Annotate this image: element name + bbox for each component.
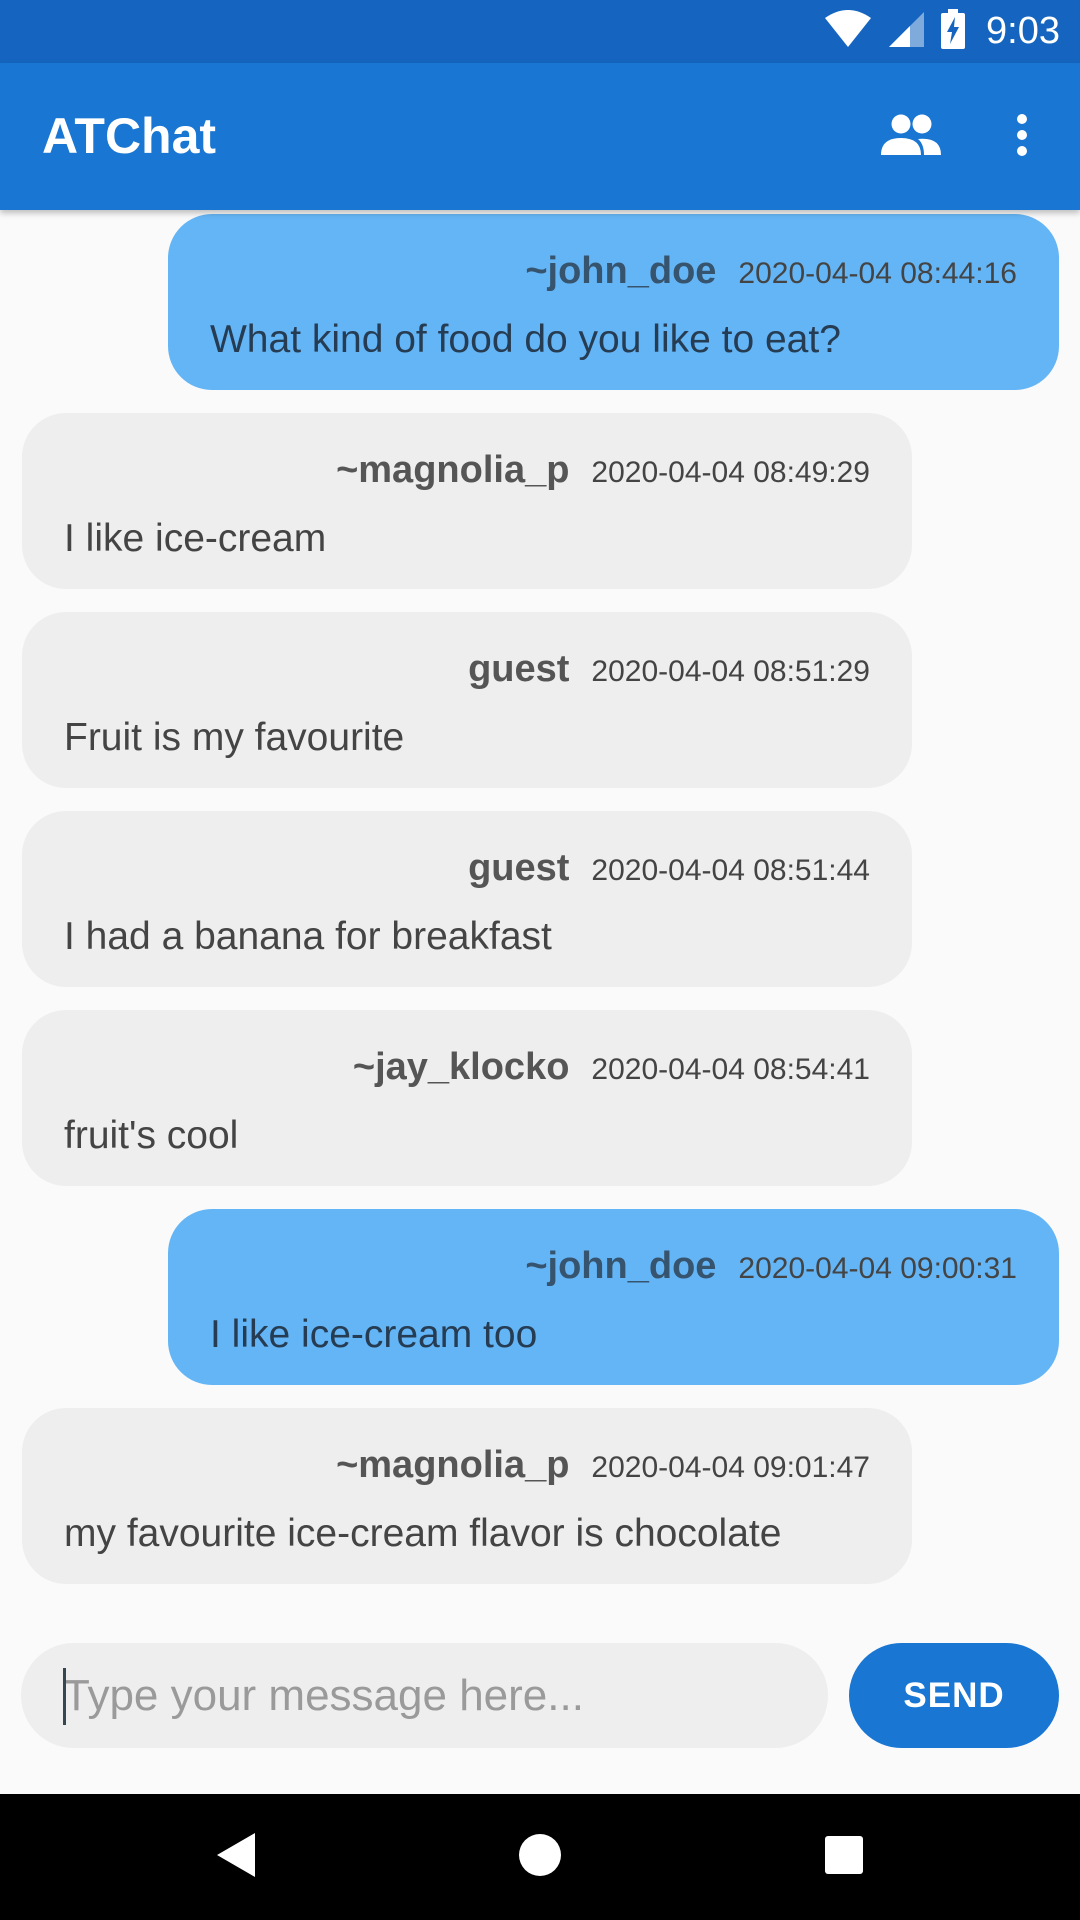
battery-charging-icon	[940, 9, 966, 54]
message-username: ~magnolia_p	[336, 449, 570, 491]
message-header: ~magnolia_p 2020-04-04 09:01:47	[336, 1444, 870, 1487]
message-text: fruit's cool	[64, 1114, 239, 1157]
message-header: guest 2020-04-04 08:51:29	[468, 648, 870, 691]
status-bar: 9:03	[0, 0, 1080, 63]
message-bubble: ~john_doe 2020-04-04 09:00:31 I like ice…	[168, 1209, 1059, 1385]
status-time: 9:03	[986, 10, 1060, 52]
message-input[interactable]	[21, 1643, 828, 1748]
home-icon	[518, 1833, 562, 1882]
people-button[interactable]	[871, 105, 951, 169]
message-timestamp: 2020-04-04 08:51:29	[591, 655, 870, 688]
message-bubble: ~john_doe 2020-04-04 08:44:16 What kind …	[168, 214, 1059, 390]
message-text: Fruit is my favourite	[64, 716, 405, 759]
message-text: I had a banana for breakfast	[64, 915, 552, 958]
message-username: ~magnolia_p	[336, 1444, 570, 1486]
message-timestamp: 2020-04-04 08:44:16	[738, 257, 1017, 290]
people-icon	[880, 114, 942, 161]
message-timestamp: 2020-04-04 08:54:41	[591, 1053, 870, 1086]
wifi-icon	[824, 10, 872, 53]
message-timestamp: 2020-04-04 08:51:44	[591, 854, 870, 887]
chat-message-list[interactable]: ~john_doe 2020-04-04 08:44:16 What kind …	[0, 210, 1080, 1610]
overflow-menu-button[interactable]	[982, 105, 1062, 169]
home-button[interactable]	[505, 1822, 575, 1892]
message-header: ~magnolia_p 2020-04-04 08:49:29	[336, 449, 870, 492]
status-icons: 9:03	[824, 0, 1060, 63]
message-username: ~john_doe	[525, 250, 717, 292]
cell-signal-icon	[886, 10, 926, 53]
message-username: guest	[468, 648, 570, 690]
system-nav-bar	[0, 1794, 1080, 1920]
message-text: I like ice-cream too	[210, 1313, 538, 1356]
message-username: ~jay_klocko	[352, 1046, 570, 1088]
message-timestamp: 2020-04-04 08:49:29	[591, 456, 870, 489]
message-header: ~john_doe 2020-04-04 08:44:16	[525, 250, 1017, 293]
message-username: ~john_doe	[525, 1245, 717, 1287]
message-header: ~john_doe 2020-04-04 09:00:31	[525, 1245, 1017, 1288]
message-bubble: ~magnolia_p 2020-04-04 08:49:29 I like i…	[22, 413, 912, 589]
recents-button[interactable]	[809, 1822, 879, 1892]
message-timestamp: 2020-04-04 09:01:47	[591, 1451, 870, 1484]
app-title: ATChat	[42, 108, 217, 164]
back-icon	[215, 1831, 257, 1884]
app-bar: ATChat	[0, 63, 1080, 210]
message-text: my favourite ice-cream flavor is chocola…	[64, 1512, 782, 1555]
message-timestamp: 2020-04-04 09:00:31	[738, 1252, 1017, 1285]
message-text: What kind of food do you like to eat?	[210, 318, 841, 361]
text-cursor	[63, 1668, 66, 1725]
message-bubble: ~magnolia_p 2020-04-04 09:01:47 my favou…	[22, 1408, 912, 1584]
message-bubble: guest 2020-04-04 08:51:44 I had a banana…	[22, 811, 912, 987]
send-button[interactable]: SEND	[849, 1643, 1059, 1748]
back-button[interactable]	[201, 1822, 271, 1892]
message-header: guest 2020-04-04 08:51:44	[468, 847, 870, 890]
recents-icon	[824, 1835, 864, 1880]
message-bubble: guest 2020-04-04 08:51:29 Fruit is my fa…	[22, 612, 912, 788]
more-vert-icon	[1016, 113, 1028, 162]
message-username: guest	[468, 847, 570, 889]
message-bubble: ~jay_klocko 2020-04-04 08:54:41 fruit's …	[22, 1010, 912, 1186]
message-header: ~jay_klocko 2020-04-04 08:54:41	[353, 1046, 870, 1089]
message-text: I like ice-cream	[64, 517, 327, 560]
